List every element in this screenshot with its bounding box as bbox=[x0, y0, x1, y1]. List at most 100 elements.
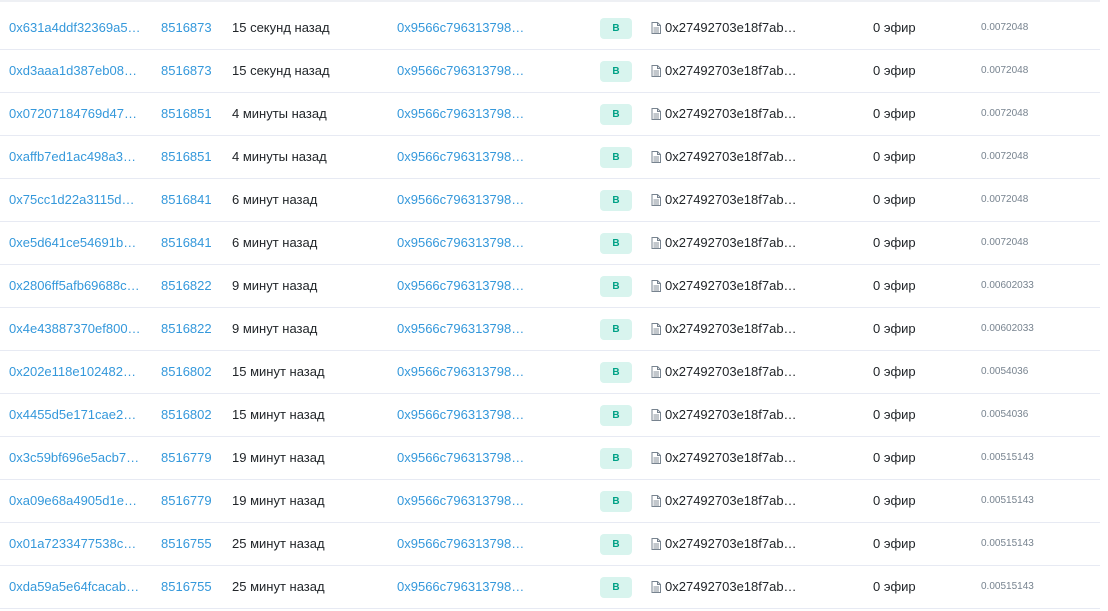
tx-hash-link[interactable]: 0x4e43887370ef800… bbox=[9, 321, 141, 336]
to-address-text: 0x27492703e18f7ab… bbox=[665, 235, 797, 250]
tx-hash-link[interactable]: 0x4455d5e171cae2… bbox=[9, 407, 136, 422]
direction-cell: В bbox=[600, 566, 632, 608]
block-number-link[interactable]: 8516873 bbox=[161, 20, 212, 35]
from-address-link[interactable]: 0x9566c796313798… bbox=[397, 278, 524, 293]
from-address-link[interactable]: 0x9566c796313798… bbox=[397, 407, 524, 422]
value-cell: 0 эфир bbox=[873, 351, 973, 393]
direction-badge: В bbox=[600, 147, 632, 168]
direction-badge: В bbox=[600, 448, 632, 469]
fee-cell: 0.0072048 bbox=[981, 93, 1091, 135]
block-number-link[interactable]: 8516841 bbox=[161, 192, 212, 207]
tx-age: 6 минут назад bbox=[232, 235, 318, 250]
age-cell: 15 минут назад bbox=[232, 351, 382, 393]
block-number-link[interactable]: 8516779 bbox=[161, 450, 212, 465]
transactions-table: 0x631a4ddf32369a5… 8516873 15 секунд наз… bbox=[0, 7, 1100, 609]
direction-cell: В bbox=[600, 93, 632, 135]
fee-cell: 0.0072048 bbox=[981, 50, 1091, 92]
tx-fee: 0.0072048 bbox=[981, 151, 1029, 162]
block-number-link[interactable]: 8516822 bbox=[161, 278, 212, 293]
tx-hash-link[interactable]: 0xa09e68a4905d1e… bbox=[9, 493, 137, 508]
document-icon bbox=[651, 580, 661, 593]
tx-age: 4 минуты назад bbox=[232, 106, 327, 121]
direction-cell: В bbox=[600, 179, 632, 221]
age-cell: 15 секунд назад bbox=[232, 50, 382, 92]
block-number-link[interactable]: 8516841 bbox=[161, 235, 212, 250]
tx-hash-link[interactable]: 0xd3aaa1d387eb08… bbox=[9, 63, 137, 78]
tx-hash-cell: 0x75cc1d22a3115d… bbox=[9, 179, 149, 221]
to-cell: 0x27492703e18f7ab… bbox=[651, 480, 861, 522]
block-cell: 8516802 bbox=[161, 394, 221, 436]
from-cell: 0x9566c796313798… bbox=[397, 136, 587, 178]
tx-hash-link[interactable]: 0xda59a5e64fcacab… bbox=[9, 579, 139, 594]
table-row: 0x202e118e102482… 8516802 15 минут назад… bbox=[0, 351, 1100, 394]
from-cell: 0x9566c796313798… bbox=[397, 566, 587, 608]
tx-hash-link[interactable]: 0x07207184769d47… bbox=[9, 106, 137, 121]
tx-hash-link[interactable]: 0x202e118e102482… bbox=[9, 364, 136, 379]
tx-fee: 0.0072048 bbox=[981, 194, 1029, 205]
from-cell: 0x9566c796313798… bbox=[397, 308, 587, 350]
tx-age: 25 минут назад bbox=[232, 536, 325, 551]
tx-hash-link[interactable]: 0xaffb7ed1ac498a3… bbox=[9, 149, 136, 164]
tx-fee: 0.0072048 bbox=[981, 22, 1029, 33]
from-address-link[interactable]: 0x9566c796313798… bbox=[397, 321, 524, 336]
tx-hash-cell: 0xda59a5e64fcacab… bbox=[9, 566, 149, 608]
block-number-link[interactable]: 8516822 bbox=[161, 321, 212, 336]
to-address-text: 0x27492703e18f7ab… bbox=[665, 63, 797, 78]
from-address-link[interactable]: 0x9566c796313798… bbox=[397, 450, 524, 465]
block-number-link[interactable]: 8516851 bbox=[161, 106, 212, 121]
from-address-link[interactable]: 0x9566c796313798… bbox=[397, 364, 524, 379]
tx-age: 25 минут назад bbox=[232, 579, 325, 594]
tx-fee: 0.00602033 bbox=[981, 280, 1034, 291]
table-top-border bbox=[0, 0, 1100, 2]
tx-hash-link[interactable]: 0x3c59bf696e5acb7… bbox=[9, 450, 139, 465]
from-address-link[interactable]: 0x9566c796313798… bbox=[397, 235, 524, 250]
from-address-link[interactable]: 0x9566c796313798… bbox=[397, 192, 524, 207]
block-number-link[interactable]: 8516802 bbox=[161, 364, 212, 379]
block-number-link[interactable]: 8516755 bbox=[161, 579, 212, 594]
tx-hash-link[interactable]: 0x2806ff5afb69688c… bbox=[9, 278, 140, 293]
block-number-link[interactable]: 8516755 bbox=[161, 536, 212, 551]
to-cell: 0x27492703e18f7ab… bbox=[651, 265, 861, 307]
from-address-link[interactable]: 0x9566c796313798… bbox=[397, 63, 524, 78]
to-cell: 0x27492703e18f7ab… bbox=[651, 179, 861, 221]
document-icon bbox=[651, 107, 661, 120]
tx-value: 0 эфир bbox=[873, 407, 916, 422]
from-address-link[interactable]: 0x9566c796313798… bbox=[397, 149, 524, 164]
value-cell: 0 эфир bbox=[873, 308, 973, 350]
tx-hash-link[interactable]: 0x631a4ddf32369a5… bbox=[9, 20, 141, 35]
to-cell: 0x27492703e18f7ab… bbox=[651, 93, 861, 135]
block-number-link[interactable]: 8516873 bbox=[161, 63, 212, 78]
direction-cell: В bbox=[600, 308, 632, 350]
table-row: 0x2806ff5afb69688c… 8516822 9 минут наза… bbox=[0, 265, 1100, 308]
fee-cell: 0.0054036 bbox=[981, 351, 1091, 393]
tx-hash-link[interactable]: 0x75cc1d22a3115d… bbox=[9, 192, 135, 207]
tx-hash-link[interactable]: 0x01a7233477538c… bbox=[9, 536, 136, 551]
fee-cell: 0.00515143 bbox=[981, 437, 1091, 479]
to-address-text: 0x27492703e18f7ab… bbox=[665, 278, 797, 293]
block-number-link[interactable]: 8516851 bbox=[161, 149, 212, 164]
from-address-link[interactable]: 0x9566c796313798… bbox=[397, 20, 524, 35]
from-address-link[interactable]: 0x9566c796313798… bbox=[397, 106, 524, 121]
from-cell: 0x9566c796313798… bbox=[397, 265, 587, 307]
from-cell: 0x9566c796313798… bbox=[397, 222, 587, 264]
block-number-link[interactable]: 8516802 bbox=[161, 407, 212, 422]
tx-hash-link[interactable]: 0xe5d641ce54691b… bbox=[9, 235, 136, 250]
from-address-link[interactable]: 0x9566c796313798… bbox=[397, 579, 524, 594]
document-icon bbox=[651, 322, 661, 335]
from-cell: 0x9566c796313798… bbox=[397, 394, 587, 436]
block-cell: 8516841 bbox=[161, 179, 221, 221]
tx-value: 0 эфир bbox=[873, 364, 916, 379]
tx-hash-cell: 0xe5d641ce54691b… bbox=[9, 222, 149, 264]
direction-cell: В bbox=[600, 265, 632, 307]
document-icon bbox=[651, 365, 661, 378]
from-cell: 0x9566c796313798… bbox=[397, 437, 587, 479]
fee-cell: 0.0072048 bbox=[981, 222, 1091, 264]
tx-value: 0 эфир bbox=[873, 450, 916, 465]
table-row: 0xda59a5e64fcacab… 8516755 25 минут наза… bbox=[0, 566, 1100, 609]
from-address-link[interactable]: 0x9566c796313798… bbox=[397, 493, 524, 508]
tx-hash-cell: 0x07207184769d47… bbox=[9, 93, 149, 135]
from-address-link[interactable]: 0x9566c796313798… bbox=[397, 536, 524, 551]
tx-age: 4 минуты назад bbox=[232, 149, 327, 164]
direction-badge: В bbox=[600, 233, 632, 254]
block-number-link[interactable]: 8516779 bbox=[161, 493, 212, 508]
